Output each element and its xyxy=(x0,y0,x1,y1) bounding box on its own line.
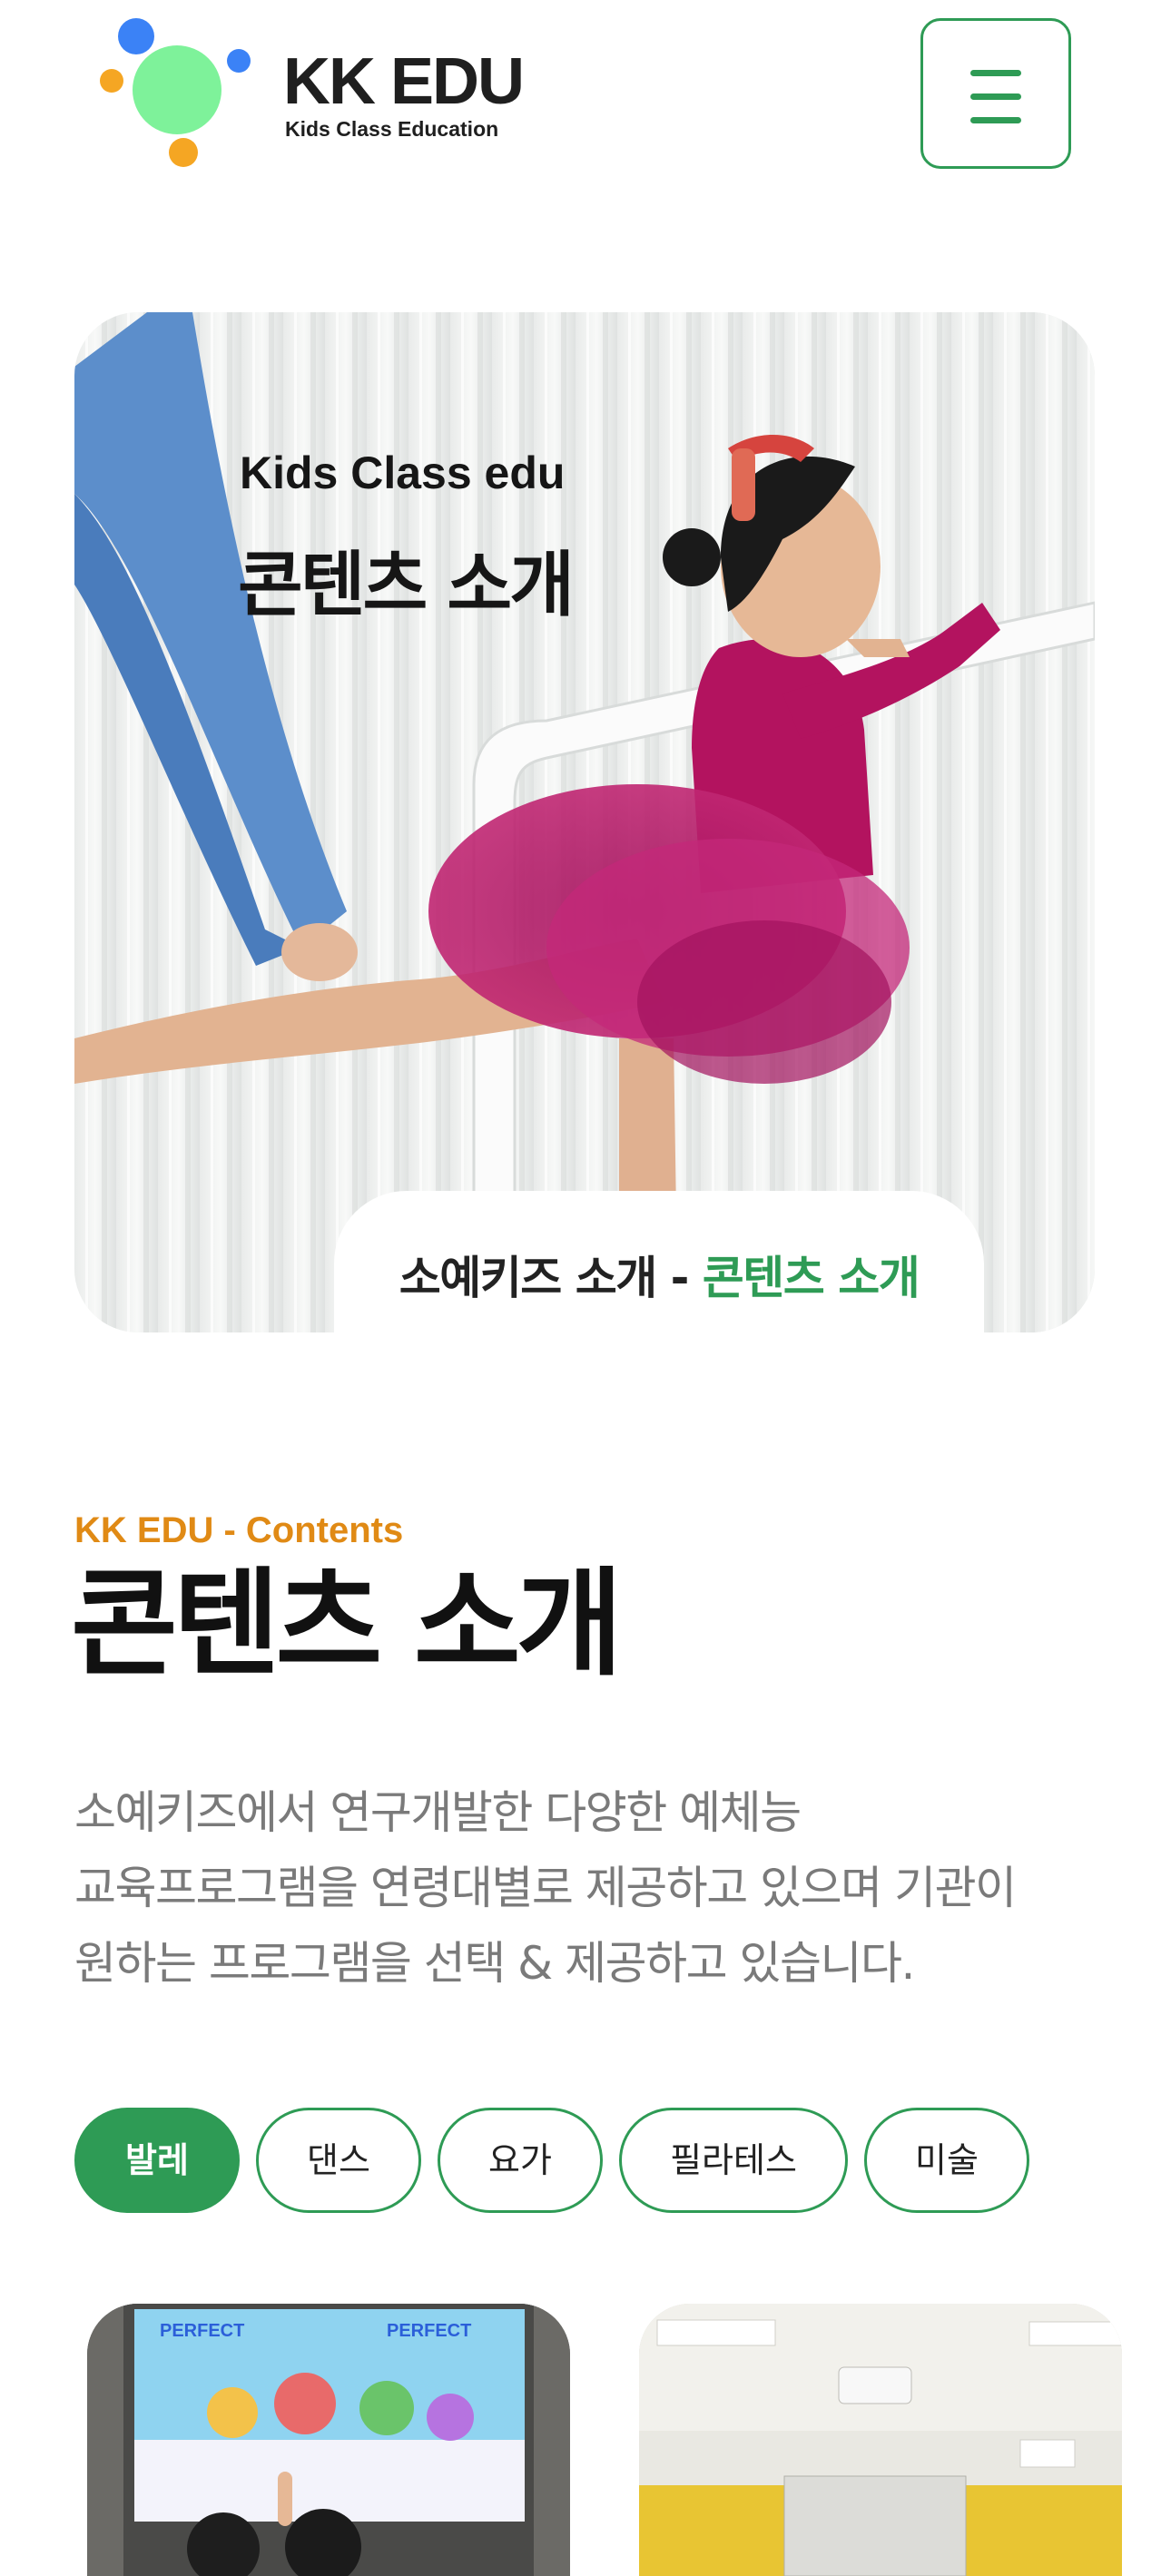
program-card[interactable]: PERFECT PERFECT xyxy=(87,2304,570,2576)
description-line: 교육프로그램을 연령대별로 제공하고 있으며 기관이 xyxy=(74,1862,1017,1914)
breadcrumb-current: 콘텐츠 소개 xyxy=(702,1252,920,1304)
screen-label: PERFECT xyxy=(387,2321,471,2341)
breadcrumb-separator: - xyxy=(655,1252,703,1304)
site-header: KK EDU Kids Class Education xyxy=(0,0,1171,182)
card-photo-classroom xyxy=(639,2304,1122,2576)
description-line: 소예키즈에서 연구개발한 다양한 예체능 xyxy=(74,1786,802,1839)
tab-ballet[interactable]: 발레 xyxy=(74,2108,240,2213)
menu-button[interactable] xyxy=(920,18,1071,169)
description-line: 원하는 프로그램을 선택 & 제공하고 있습니다. xyxy=(74,1937,915,1990)
hero-eyebrow: Kids Class edu xyxy=(240,447,566,498)
logo-mark-icon xyxy=(94,16,258,171)
section-description: 소예키즈에서 연구개발한 다양한 예체능 교육프로그램을 연령대별로 제공하고 … xyxy=(74,1775,1109,2001)
tab-yoga[interactable]: 요가 xyxy=(438,2108,603,2213)
logo-subtitle: Kids Class Education xyxy=(285,117,499,141)
hero-banner: Kids Class edu 콘텐츠 소개 소예키즈 소개 - 콘텐츠 소개 xyxy=(74,312,1095,1332)
hero-photo-ballet xyxy=(74,312,1095,1332)
tab-pilates[interactable]: 필라테스 xyxy=(619,2108,848,2213)
breadcrumb: 소예키즈 소개 - 콘텐츠 소개 xyxy=(334,1191,984,1332)
hero-title: 콘텐츠 소개 xyxy=(238,545,575,626)
section-title: 콘텐츠 소개 xyxy=(71,1557,623,1692)
logo[interactable]: KK EDU Kids Class Education xyxy=(94,16,530,171)
card-photo-kids-screen: PERFECT PERFECT xyxy=(87,2304,570,2576)
tab-dance[interactable]: 댄스 xyxy=(256,2108,421,2213)
logo-title: KK EDU xyxy=(283,45,525,118)
screen-label: PERFECT xyxy=(160,2321,244,2341)
program-card[interactable] xyxy=(639,2304,1122,2576)
breadcrumb-base[interactable]: 소예키즈 소개 xyxy=(399,1252,657,1304)
tab-art[interactable]: 미술 xyxy=(864,2108,1029,2213)
section-eyebrow: KK EDU - Contents xyxy=(74,1510,404,1550)
